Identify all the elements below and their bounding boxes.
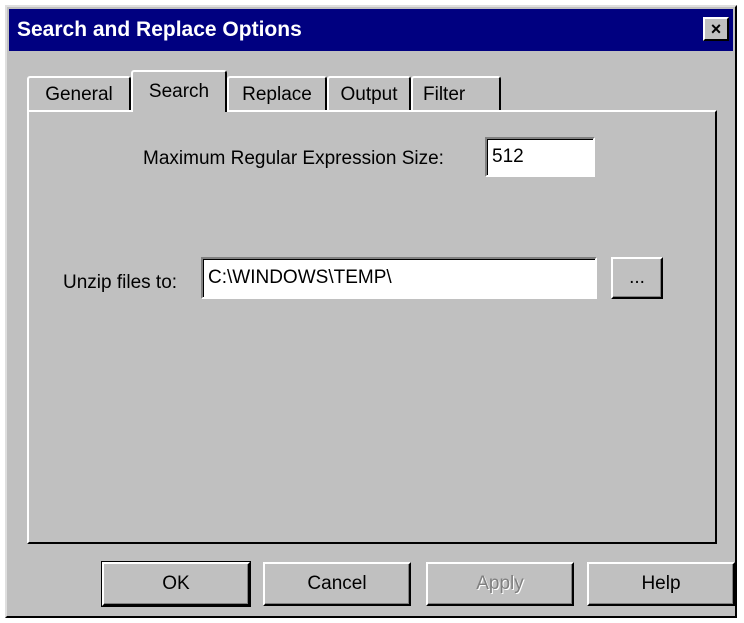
tab-search[interactable]: Search [131, 70, 227, 112]
title-bar[interactable]: Search and Replace Options × [9, 9, 733, 51]
apply-button-label: Apply [476, 573, 524, 594]
close-icon: × [710, 19, 722, 39]
unzip-path-value: C:\WINDOWS\TEMP\ [208, 267, 392, 288]
search-replace-options-dialog: Search and Replace Options × General Sea… [5, 5, 737, 618]
max-regex-size-input[interactable]: 512 [485, 137, 595, 177]
window-title: Search and Replace Options [17, 18, 302, 41]
browse-button-label: ... [629, 267, 645, 288]
max-regex-size-label: Maximum Regular Expression Size: [143, 148, 444, 169]
ok-button[interactable]: OK [101, 561, 251, 607]
browse-button[interactable]: ... [611, 257, 663, 299]
tab-filter[interactable]: Filter [411, 76, 501, 112]
tab-replace[interactable]: Replace [227, 76, 327, 112]
cancel-button[interactable]: Cancel [263, 562, 411, 606]
tab-general-label: General [45, 84, 113, 105]
ok-button-label: OK [162, 573, 190, 594]
help-button[interactable]: Help [587, 562, 735, 606]
tab-output-label: Output [340, 84, 398, 105]
unzip-path-input[interactable]: C:\WINDOWS\TEMP\ [201, 257, 597, 299]
tab-output[interactable]: Output [327, 76, 411, 112]
tab-replace-label: Replace [242, 84, 312, 105]
search-tab-panel: Maximum Regular Expression Size: 512 Unz… [27, 110, 717, 544]
help-button-label: Help [641, 573, 681, 594]
cancel-button-label: Cancel [307, 573, 367, 594]
close-button[interactable]: × [703, 17, 729, 41]
tab-search-label: Search [148, 81, 210, 102]
tab-filter-label: Filter [423, 84, 466, 105]
max-regex-size-value: 512 [492, 146, 524, 167]
tab-general[interactable]: General [27, 76, 131, 112]
unzip-files-label: Unzip files to: [63, 272, 178, 293]
apply-button[interactable]: Apply [426, 562, 574, 606]
